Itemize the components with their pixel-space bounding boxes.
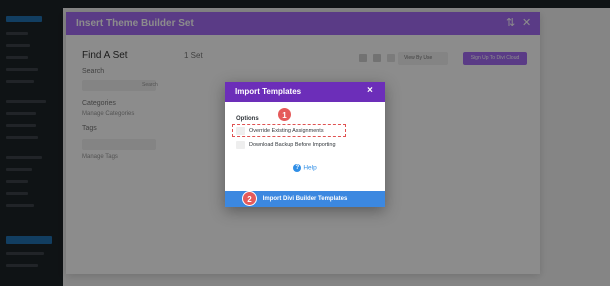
backup-label[interactable]: Download Backup Before Importing — [249, 142, 336, 148]
override-checkbox[interactable] — [236, 127, 245, 135]
import-templates-modal: Import Templates × Options Override Exis… — [225, 82, 385, 207]
import-close-icon[interactable]: × — [367, 85, 373, 96]
help-icon: ? — [293, 164, 302, 172]
override-label[interactable]: Override Existing Assignments — [249, 128, 324, 134]
help-label: Help — [303, 164, 317, 172]
step-badge-2: 2 — [242, 191, 257, 206]
import-title: Import Templates — [235, 87, 302, 96]
options-title: Options — [236, 116, 259, 122]
backup-checkbox[interactable] — [236, 141, 245, 149]
import-header: Import Templates × — [225, 82, 385, 102]
help-link[interactable]: ? Help — [225, 164, 385, 172]
step-badge-1: 1 — [277, 107, 292, 122]
